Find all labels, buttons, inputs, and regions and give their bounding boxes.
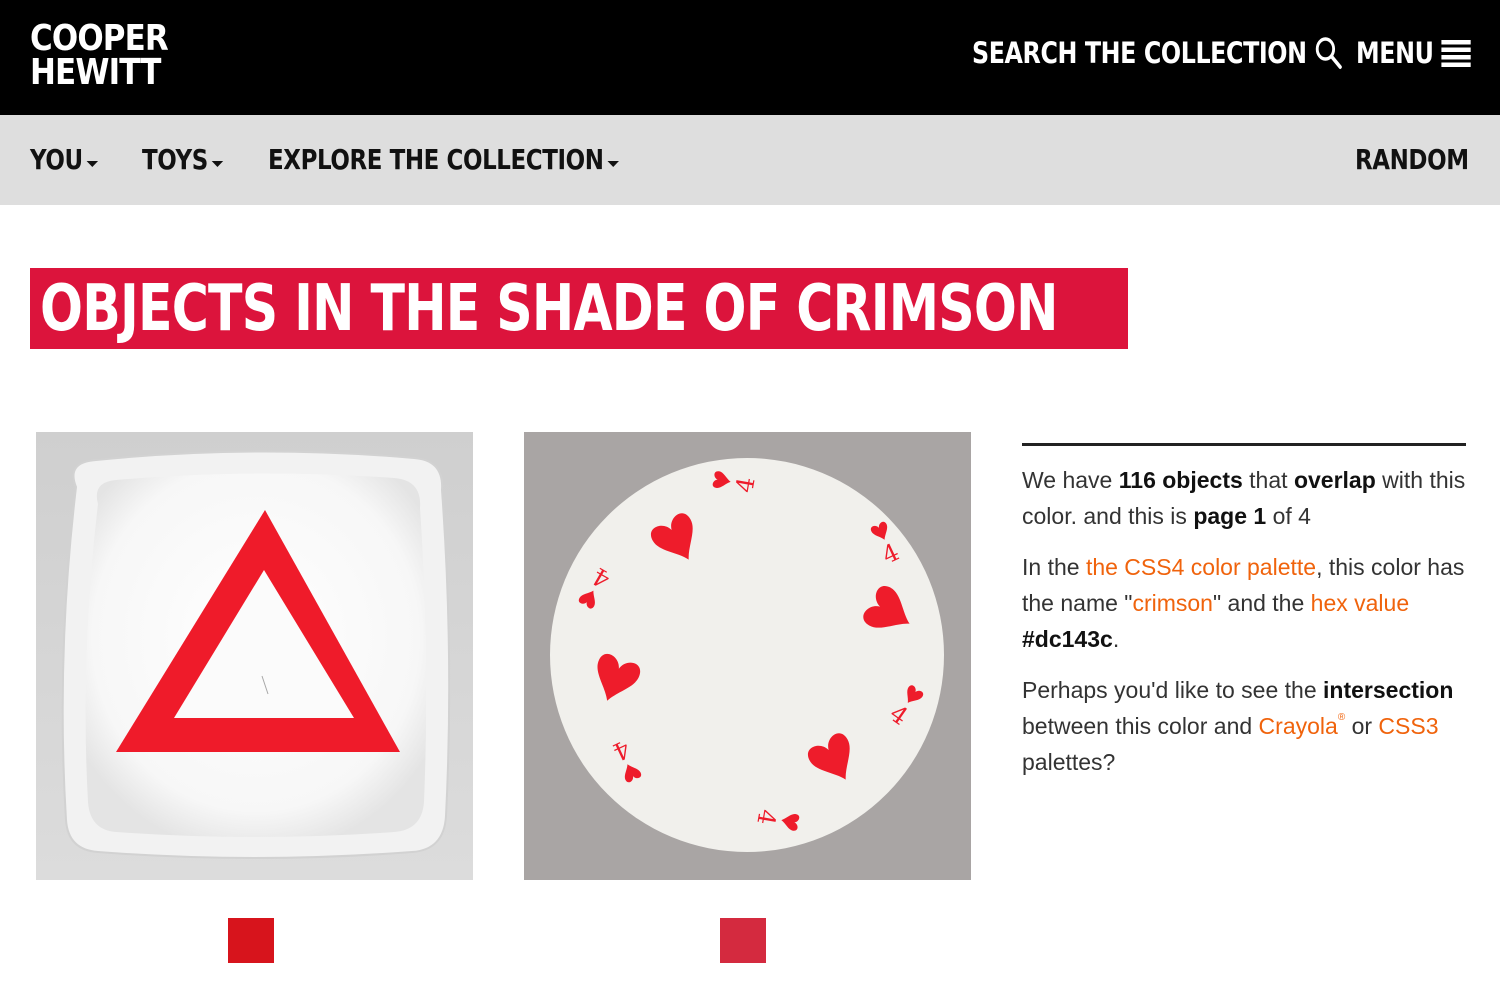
nav-item-label: YOU xyxy=(30,143,83,176)
text: of 4 xyxy=(1266,503,1311,529)
page-number: page 1 xyxy=(1193,503,1267,529)
text: or xyxy=(1345,713,1379,739)
caret-down-icon xyxy=(86,160,99,167)
object-count-paragraph: We have 116 objects that overlap with th… xyxy=(1022,462,1466,534)
object-card-playing-card[interactable]: 4 4 4 4 4 4 xyxy=(524,432,971,880)
intersection-label: intersection xyxy=(1323,677,1454,703)
hex-code: #dc143c xyxy=(1022,626,1113,652)
crayola-link[interactable]: Crayola xyxy=(1259,713,1338,739)
text: . xyxy=(1112,626,1120,652)
plate-with-red-triangle-image xyxy=(36,432,473,880)
text: Perhaps you'd like to see the xyxy=(1022,677,1324,703)
text: In the xyxy=(1022,554,1086,580)
object-count: 116 objects xyxy=(1118,467,1243,493)
search-label: SEARCH THE COLLECTION xyxy=(972,36,1307,70)
menu-label: MENU xyxy=(1356,36,1434,70)
random-label: RANDOM xyxy=(1355,143,1469,176)
search-icon xyxy=(1315,37,1342,69)
search-collection-link[interactable]: SEARCH THE COLLECTION xyxy=(972,36,1343,70)
color-swatch[interactable] xyxy=(228,918,274,963)
text: " and the xyxy=(1212,590,1311,616)
page-title-banner: OBJECTS IN THE SHADE OF CRIMSON xyxy=(30,268,1129,349)
hamburger-menu-icon xyxy=(1440,40,1471,67)
crimson-name-link[interactable]: crimson xyxy=(1132,590,1213,616)
palette-paragraph: In the the CSS4 color palette, this colo… xyxy=(1022,549,1466,657)
round-playing-card-four-of-hearts-image: 4 4 4 4 4 4 xyxy=(524,432,971,880)
text: We have xyxy=(1022,467,1119,493)
color-swatch[interactable] xyxy=(720,918,766,963)
logo-line-1: COOPER xyxy=(30,18,169,59)
page-title: OBJECTS IN THE SHADE OF CRIMSON xyxy=(40,271,1058,346)
caret-down-icon xyxy=(211,160,224,167)
color-info-panel: We have 116 objects that overlap with th… xyxy=(1022,443,1466,795)
nav-item-toys[interactable]: TOYS xyxy=(142,143,224,176)
object-card-plate[interactable] xyxy=(36,432,473,880)
css4-palette-link[interactable]: the CSS4 color palette xyxy=(1086,554,1316,580)
overlap-label: overlap xyxy=(1293,467,1376,493)
cooper-hewitt-logo[interactable]: COOPER HEWITT xyxy=(30,18,169,93)
nav-item-you[interactable]: YOU xyxy=(30,143,99,176)
nav-item-explore-the-collection[interactable]: EXPLORE THE COLLECTION xyxy=(268,143,620,176)
text: that xyxy=(1242,467,1294,493)
text: palettes? xyxy=(1022,749,1116,775)
nav-item-label: TOYS xyxy=(142,143,208,176)
random-link[interactable]: RANDOM xyxy=(1355,143,1469,176)
site-header: COOPER HEWITT SEARCH THE COLLECTION MENU xyxy=(0,0,1500,115)
secondary-nav xyxy=(0,115,1500,205)
nav-item-label: EXPLORE THE COLLECTION xyxy=(268,143,604,176)
menu-button[interactable]: MENU xyxy=(1356,36,1471,70)
intersection-paragraph: Perhaps you'd like to see the intersecti… xyxy=(1022,672,1466,780)
text: between this color and xyxy=(1022,713,1259,739)
caret-down-icon xyxy=(607,160,620,167)
css3-link[interactable]: CSS3 xyxy=(1378,713,1438,739)
logo-line-2: HEWITT xyxy=(30,52,161,93)
hex-value-link[interactable]: hex value xyxy=(1311,590,1409,616)
